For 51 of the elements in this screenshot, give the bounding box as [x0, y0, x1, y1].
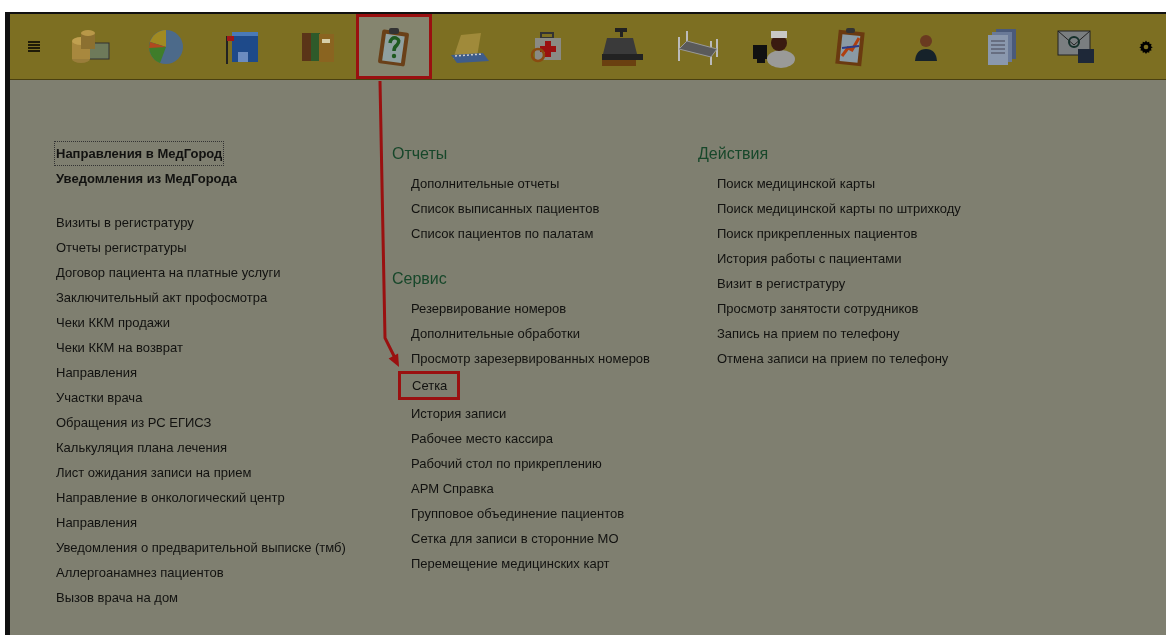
menu-link[interactable]: Просмотр занятости сотрудников [717, 298, 919, 319]
menu-link[interactable]: Направление в онкологический центр [55, 486, 286, 509]
menu-link[interactable]: Резервирование номеров [411, 298, 567, 319]
menu-link[interactable]: Направления [55, 511, 139, 534]
section-heading: Действия [698, 144, 770, 164]
menu-link[interactable]: Отмена записи на прием по телефону [717, 348, 949, 369]
pie-chart-icon [146, 27, 186, 66]
menu-link[interactable]: Визиты в регистратуру [55, 211, 195, 234]
menu-link[interactable]: Обращения из РС ЕГИСЗ [55, 411, 213, 434]
menu-link[interactable]: Сетка [398, 371, 461, 400]
menu-link[interactable]: Калькуляция плана лечения [55, 436, 228, 459]
menu-link[interactable]: Поиск медицинской карты по штрихкоду [717, 198, 961, 219]
clipboard-icon [376, 25, 412, 68]
menu-icon [28, 41, 40, 52]
menu-link[interactable]: Участки врача [55, 386, 144, 409]
menu-link[interactable]: Дополнительные обработки [411, 323, 580, 344]
section-heading: Отчеты [392, 144, 449, 164]
menu-link[interactable]: Рабочее место кассира [411, 428, 553, 449]
menu-link[interactable]: Запись на прием по телефону [717, 323, 900, 344]
menu-link[interactable]: Дополнительные отчеты [411, 173, 560, 194]
menu-link[interactable]: История работы с пациентами [717, 248, 902, 269]
menu-link[interactable]: Поиск медицинской карты [717, 173, 876, 194]
menu-link[interactable]: Чеки ККМ на возврат [55, 336, 184, 359]
menu-link[interactable]: Договор пациента на платные услуги [55, 261, 282, 284]
menu-link[interactable]: Сетка для записи в сторонние МО [411, 528, 619, 549]
chart-clipboard-icon [832, 25, 868, 68]
cash-register-icon [599, 25, 645, 68]
menu-link[interactable]: Отчеты регистратуры [55, 236, 188, 259]
menu-link[interactable]: АРМ Справка [411, 478, 494, 499]
menu-link[interactable]: Просмотр зарезервированных номеров [411, 348, 650, 369]
coins-icon [69, 28, 111, 65]
settings-icon [1139, 39, 1153, 54]
menu-link[interactable]: Поиск прикрепленных пациентов [717, 223, 918, 244]
menu-link[interactable]: Заключительный акт профосмотра [55, 286, 269, 309]
menu-link[interactable]: Направления в МедГород [55, 142, 224, 165]
section-heading: Сервис [392, 269, 448, 289]
menu-link[interactable]: Уведомления из МедГорода [55, 167, 238, 190]
menu-link[interactable]: Аллергоанамнез пациентов [55, 561, 225, 584]
menu-link[interactable]: Список выписанных пациентов [411, 198, 600, 219]
menu-link[interactable]: Список пациентов по палатам [411, 223, 594, 244]
menu-link[interactable]: Лист ожидания записи на прием [55, 461, 253, 484]
menu-link[interactable]: Визит в регистратуру [717, 273, 846, 294]
menu-link[interactable]: Рабочий стол по прикреплению [411, 453, 602, 474]
menu-link[interactable]: Перемещение медицинских карт [411, 553, 610, 574]
first-aid-kit-icon [529, 29, 563, 64]
menu-link[interactable]: Групповое объединение пациентов [411, 503, 625, 524]
menu-link[interactable]: История записи [411, 403, 507, 424]
menu-link[interactable]: Вызов врача на дом [55, 586, 180, 609]
menu-link[interactable]: Уведомления о предварительной выписке (тмб) [55, 536, 347, 559]
menu-link[interactable]: Чеки ККМ продажи [55, 311, 172, 334]
menu-link[interactable]: Направления [55, 361, 139, 384]
